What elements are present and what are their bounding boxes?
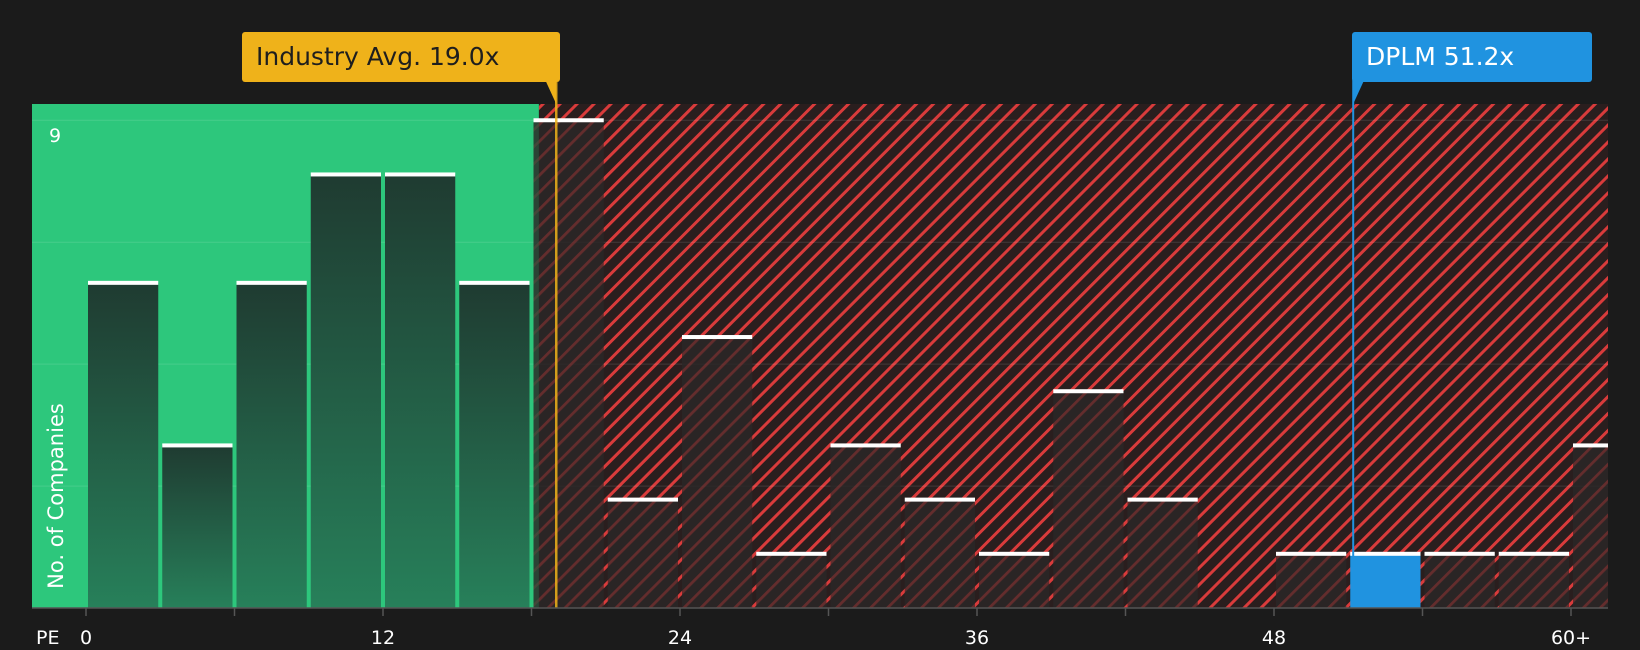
bar-top-cap xyxy=(1053,389,1124,394)
histogram-bar xyxy=(607,499,678,608)
bar-top-cap xyxy=(236,280,307,285)
histogram-bar xyxy=(979,553,1050,608)
y-axis-label: No. of Companies xyxy=(44,403,68,589)
industry-average-callout: Industry Avg. 19.0x xyxy=(242,32,560,82)
x-tick-label: 24 xyxy=(667,627,693,649)
bar-top-cap xyxy=(1276,551,1347,556)
histogram-bar xyxy=(1127,499,1198,608)
histogram-bar xyxy=(1276,553,1347,608)
histogram-bar xyxy=(310,174,381,609)
bar-top-cap xyxy=(162,443,233,448)
x-tick-label: 36 xyxy=(964,627,990,649)
histogram-bar xyxy=(459,282,530,608)
bar-top-cap xyxy=(682,335,753,340)
histogram-bar xyxy=(756,553,827,608)
industry-average-pointer xyxy=(545,80,557,104)
bar-top-cap xyxy=(1424,551,1495,556)
x-tick-label: 0 xyxy=(79,627,93,649)
x-axis-label: PE xyxy=(36,627,60,649)
histogram-bar xyxy=(904,499,975,608)
histogram-bar xyxy=(533,120,604,609)
y-tick-label: 9 xyxy=(49,125,62,147)
bar-top-cap xyxy=(1498,551,1569,556)
bar-top-cap xyxy=(1350,551,1421,556)
histogram-bar xyxy=(1053,391,1124,608)
bar-top-cap xyxy=(979,551,1050,556)
x-tick-label: 48 xyxy=(1261,627,1287,649)
bar-top-cap xyxy=(88,280,159,285)
x-tick-label: 60+ xyxy=(1550,627,1592,649)
bar-top-cap xyxy=(830,443,901,448)
company-pe-pointer xyxy=(1353,80,1365,104)
histogram-bar xyxy=(162,445,233,608)
histogram-bar xyxy=(1424,553,1495,608)
histogram-bar xyxy=(385,174,456,609)
bar-top-cap xyxy=(756,551,827,556)
bar-top-cap xyxy=(1127,497,1198,502)
histogram-bar xyxy=(1573,445,1608,608)
company-pe-callout: DPLM 51.2x xyxy=(1352,32,1592,82)
x-tick-label: 12 xyxy=(370,627,396,649)
histogram-bar xyxy=(88,282,159,608)
bar-top-cap xyxy=(310,172,381,177)
histogram-bar xyxy=(830,445,901,608)
histogram-bar xyxy=(1350,553,1421,608)
histogram-bar xyxy=(1498,553,1569,608)
bar-top-cap xyxy=(607,497,678,502)
bar-top-cap xyxy=(1573,443,1608,448)
histogram-bar xyxy=(236,282,307,608)
bar-top-cap xyxy=(533,118,604,123)
bar-top-cap xyxy=(459,280,530,285)
histogram-bar xyxy=(682,337,753,608)
pe-distribution-chart xyxy=(32,80,1608,616)
bar-top-cap xyxy=(385,172,456,177)
bar-top-cap xyxy=(904,497,975,502)
